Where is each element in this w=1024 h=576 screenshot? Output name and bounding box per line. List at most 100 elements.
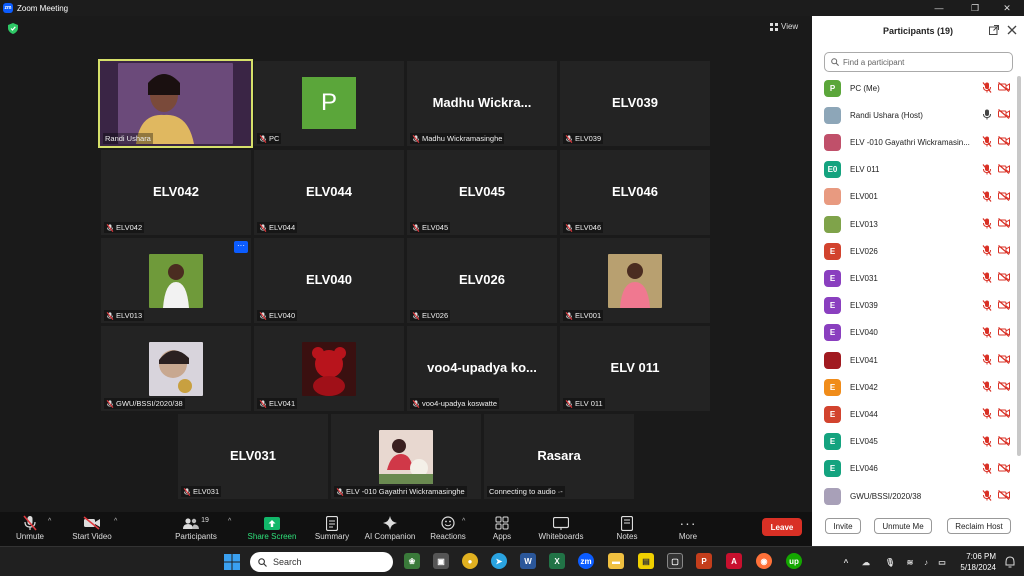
telegram-icon[interactable]: ➤ <box>491 553 507 569</box>
mic-muted-icon[interactable] <box>982 490 992 501</box>
maximize-button[interactable]: ❐ <box>958 0 992 16</box>
participant-row[interactable]: E ELV045 <box>824 432 1014 452</box>
participant-row[interactable]: E ELV026 <box>824 241 1014 261</box>
mic-muted-icon[interactable] <box>982 272 992 284</box>
zoom-taskbar-icon[interactable]: zm <box>578 553 594 569</box>
video-tile-elv026[interactable]: ELV026 ELV026 <box>407 238 557 323</box>
video-off-icon[interactable] <box>998 408 1010 419</box>
encryption-shield-icon[interactable] <box>8 23 18 34</box>
video-tile-elv045[interactable]: ELV045 ELV045 <box>407 150 557 235</box>
minimize-button[interactable]: — <box>922 0 956 16</box>
participant-row[interactable]: Randi Ushara (Host) <box>824 105 1014 125</box>
file-explorer-icon[interactable]: ▬ <box>608 553 624 569</box>
video-off-icon[interactable] <box>998 136 1010 147</box>
mic-on-icon[interactable] <box>982 109 992 120</box>
invite-button[interactable]: Invite <box>825 518 861 534</box>
video-tile-gayathri[interactable]: ELV -010 Gayathri Wickramasinghe <box>331 414 481 499</box>
wifi-icon[interactable]: ≋ <box>902 554 918 570</box>
powerpoint-icon[interactable]: P <box>696 553 712 569</box>
video-tile-madhu[interactable]: Madhu Wickra... Madhu Wickramasinghe <box>407 61 557 146</box>
mic-muted-icon[interactable] <box>982 190 992 202</box>
participant-row[interactable]: ELV013 <box>824 214 1014 234</box>
taskbar-search-box[interactable]: Search <box>250 552 393 572</box>
mic-muted-icon[interactable] <box>982 354 992 365</box>
close-window-button[interactable]: ✕ <box>990 0 1024 16</box>
acrobat-icon[interactable]: A <box>726 553 742 569</box>
whiteboards-button[interactable]: Whiteboards <box>526 514 596 541</box>
pop-out-icon[interactable] <box>989 25 999 35</box>
video-tile-elv001[interactable]: ELV001 <box>560 238 710 323</box>
notes-button[interactable]: Notes <box>592 514 662 541</box>
mic-muted-icon[interactable] <box>982 299 992 311</box>
more-button[interactable]: ··· More <box>653 514 723 541</box>
video-tile-elv046[interactable]: ELV046 ELV046 <box>560 150 710 235</box>
video-tile-elv040[interactable]: ELV040 ELV040 <box>254 238 404 323</box>
video-off-icon[interactable] <box>998 354 1010 364</box>
mic-muted-icon[interactable] <box>982 245 992 257</box>
video-tile-elv011[interactable]: ELV 011 ELV 011 <box>560 326 710 411</box>
video-tile-randi-ushara[interactable]: Randi Ushara <box>98 59 253 148</box>
participant-row[interactable]: E ELV031 <box>824 268 1014 288</box>
video-tile-elv013[interactable]: ··· ELV013 <box>101 238 251 323</box>
video-off-icon[interactable] <box>998 490 1010 500</box>
mic-muted-icon[interactable] <box>982 163 992 175</box>
participants-button[interactable]: 19 Participants <box>161 514 231 542</box>
participant-row[interactable]: E ELV040 <box>824 323 1014 343</box>
video-off-icon[interactable] <box>998 462 1010 473</box>
mic-muted-icon[interactable] <box>982 462 992 474</box>
view-button[interactable]: View <box>770 22 798 31</box>
participant-list-scrollbar[interactable] <box>1017 76 1021 456</box>
app-window-icon[interactable]: ▢ <box>667 553 683 569</box>
mic-muted-icon[interactable] <box>982 326 992 338</box>
participant-row[interactable]: E ELV039 <box>824 296 1014 316</box>
mic-muted-icon[interactable] <box>982 82 992 93</box>
participant-row[interactable]: E0 ELV 011 <box>824 160 1014 180</box>
mic-muted-icon[interactable] <box>982 408 992 420</box>
excel-icon[interactable]: X <box>549 553 565 569</box>
video-tile-elv031[interactable]: ELV031 ELV031 <box>178 414 328 499</box>
unmute-button[interactable]: Unmute <box>0 514 65 541</box>
task-view-icon[interactable]: ▣ <box>433 553 449 569</box>
mic-muted-icon[interactable] <box>982 218 992 229</box>
notifications-icon[interactable] <box>1004 556 1016 568</box>
participant-row[interactable]: GWU/BSSI/2020/38 <box>824 486 1014 506</box>
participant-row[interactable]: E ELV042 <box>824 377 1014 397</box>
video-tile-elv044[interactable]: ELV044 ELV044 <box>254 150 404 235</box>
more-options-button[interactable]: ··· <box>234 241 248 253</box>
video-off-icon[interactable] <box>998 82 1010 92</box>
windows-start-icon[interactable] <box>224 554 240 570</box>
unmute-me-button[interactable]: Unmute Me <box>874 518 932 534</box>
participant-row[interactable]: P PC (Me) <box>824 78 1014 98</box>
volume-icon[interactable]: ♪ <box>918 554 934 570</box>
leave-button[interactable]: Leave <box>762 518 802 536</box>
system-clock[interactable]: 7:06 PM 5/18/2024 <box>948 551 996 573</box>
find-participant-input[interactable]: Find a participant <box>824 52 1013 72</box>
show-hidden-icons-icon[interactable]: ^ <box>838 554 854 570</box>
video-tile-gwu[interactable]: GWU/BSSI/2020/38 <box>101 326 251 411</box>
firefox-icon[interactable]: ◉ <box>756 553 772 569</box>
video-off-icon[interactable] <box>998 190 1010 201</box>
video-tile-elv041[interactable]: ELV041 <box>254 326 404 411</box>
chrome-icon[interactable]: ● <box>462 553 478 569</box>
mic-muted-icon[interactable] <box>982 136 992 148</box>
mic-muted-icon[interactable] <box>982 381 992 393</box>
participant-row[interactable]: E ELV044 <box>824 404 1014 424</box>
reclaim-host-button[interactable]: Reclaim Host <box>947 518 1011 534</box>
video-off-icon[interactable] <box>998 381 1010 392</box>
upwork-icon[interactable]: up <box>786 553 802 569</box>
word-icon[interactable]: W <box>520 553 536 569</box>
video-off-icon[interactable] <box>998 109 1010 120</box>
mic-muted-icon[interactable] <box>982 435 992 447</box>
video-off-icon[interactable] <box>998 163 1010 174</box>
video-off-icon[interactable] <box>998 435 1010 446</box>
microphone-tray-icon[interactable]: 🎙 <box>882 554 898 570</box>
participant-row[interactable]: E ELV046 <box>824 459 1014 479</box>
video-tile-pc[interactable]: P PC <box>254 61 404 146</box>
widgets-icon[interactable]: ❀ <box>404 553 420 569</box>
close-panel-icon[interactable] <box>1007 25 1017 35</box>
participants-options-caret-icon[interactable]: ^ <box>228 518 231 525</box>
reactions-options-caret-icon[interactable]: ^ <box>462 518 465 525</box>
video-tile-elv039[interactable]: ELV039 ELV039 <box>560 61 710 146</box>
video-options-caret-icon[interactable]: ^ <box>114 518 117 525</box>
video-off-icon[interactable] <box>998 245 1010 256</box>
